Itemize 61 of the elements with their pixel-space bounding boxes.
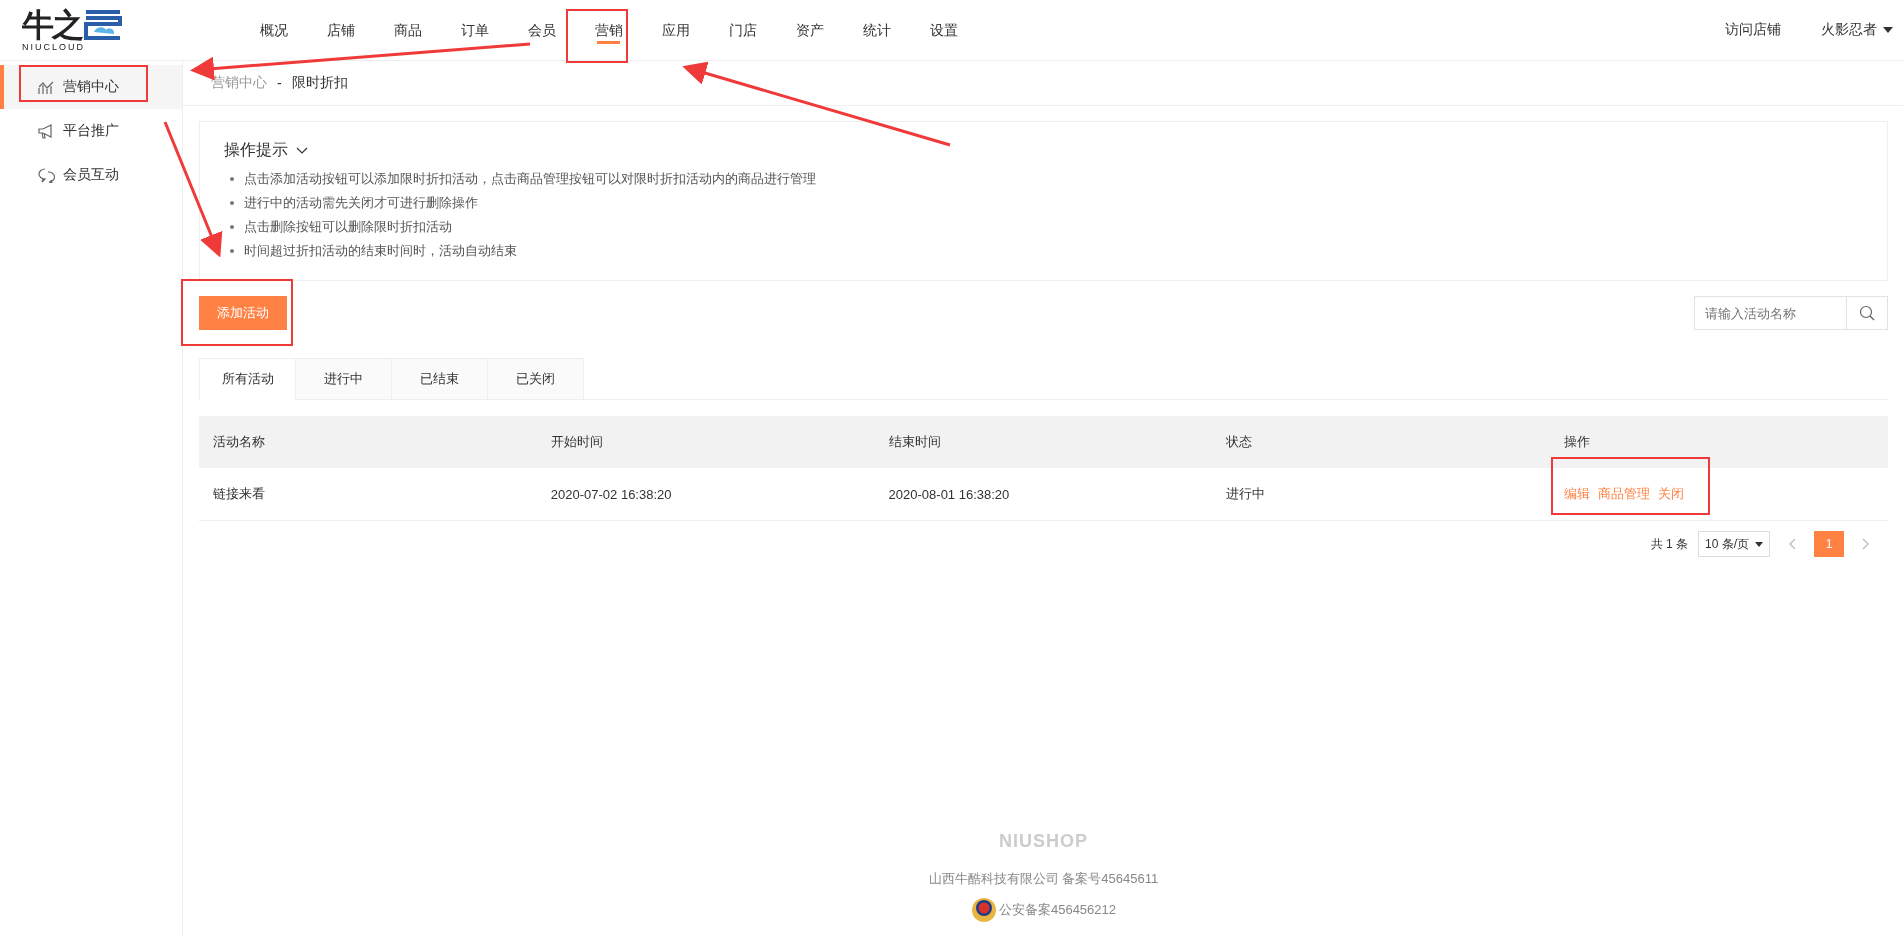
bullet-icon [230, 249, 234, 253]
column-header: 操作 [1564, 434, 1591, 449]
column-header: 结束时间 [888, 434, 941, 449]
nav-item[interactable]: 应用 [642, 0, 709, 60]
column-header: 状态 [1226, 434, 1253, 449]
table-cell: 2020-08-01 16:38:20 [888, 486, 1010, 502]
nav-item[interactable]: 会员 [508, 0, 575, 60]
previous-page-icon[interactable] [1788, 538, 1796, 550]
search-icon [1859, 305, 1875, 321]
bullet-icon [230, 225, 234, 229]
tab[interactable]: 所有活动 [199, 358, 296, 400]
nav-item[interactable]: 门店 [709, 0, 776, 60]
table-cell: 链接来看 [213, 486, 265, 501]
chat-icon [38, 167, 55, 183]
total-count: 共 1 条 [1650, 535, 1688, 553]
tab[interactable]: 已结束 [392, 358, 488, 400]
logo[interactable]: 牛之 NIUCLOUD [0, 8, 160, 52]
caret-icon [1755, 541, 1763, 547]
sidebar-item[interactable]: 会员互动 [0, 153, 182, 197]
nav-item[interactable]: 订单 [441, 0, 508, 60]
visit-store-link[interactable]: 访问店铺 [1725, 21, 1781, 39]
footer-text: 山西牛酷科技有限公司 备案号45645611 [928, 870, 1159, 888]
tip-text: 时间超过折扣活动的结束时间时，活动自动结束 [244, 242, 517, 260]
cloud-logo-icon [82, 8, 124, 42]
nav-item[interactable]: 营销 [575, 0, 642, 60]
next-page-icon[interactable] [1862, 538, 1870, 550]
tab[interactable]: 进行中 [296, 358, 392, 400]
page-size-select[interactable]: 10 条/页 [1698, 531, 1770, 557]
nav-item[interactable]: 统计 [843, 0, 910, 60]
nav-item[interactable]: 商品 [374, 0, 441, 60]
user-menu[interactable]: 火影忍者 [1821, 21, 1893, 39]
table-cell: 2020-07-02 16:38:20 [550, 486, 672, 502]
column-header: 活动名称 [213, 434, 265, 449]
tab[interactable]: 已关闭 [488, 358, 584, 400]
bullet-icon [230, 201, 234, 205]
search-field[interactable]: 请输入活动名称 [1694, 296, 1846, 330]
caret-icon [1883, 27, 1893, 33]
tips-toggle[interactable]: 操作提示 [224, 140, 1863, 161]
annotation-box [566, 9, 628, 63]
breadcrumb-item: 限时折扣 [291, 74, 348, 92]
nav-item[interactable]: 店铺 [307, 0, 374, 60]
tip-text: 点击删除按钮可以删除限时折扣活动 [244, 218, 452, 236]
footer-text: 公安备案456456212 [998, 901, 1117, 919]
sidebar-item[interactable]: 平台推广 [0, 109, 182, 153]
badge-icon [970, 896, 997, 924]
megaphone-icon [38, 123, 55, 139]
search-button[interactable] [1846, 296, 1888, 330]
nav-item[interactable]: 资产 [776, 0, 843, 60]
tip-text: 点击添加活动按钮可以添加限时折扣活动，点击商品管理按钮可以对限时折扣活动内的商品进行管理 [244, 170, 816, 188]
column-header: 开始时间 [550, 434, 603, 449]
tip-text: 进行中的活动需先关闭才可进行删除操作 [244, 194, 478, 212]
chart-icon [38, 79, 55, 95]
chevron-icon [296, 146, 308, 155]
logo-text: 牛之 [22, 8, 82, 42]
nav-item[interactable]: 概况 [240, 0, 307, 60]
table-cell: 进行中 [1226, 486, 1266, 501]
bullet-icon [230, 177, 234, 181]
sidebar-item[interactable]: 营销中心 [0, 65, 182, 109]
logo-subtitle: NIUCLOUD [22, 42, 86, 52]
nav-item[interactable]: 设置 [910, 0, 977, 60]
breadcrumb-item: - [277, 75, 282, 91]
